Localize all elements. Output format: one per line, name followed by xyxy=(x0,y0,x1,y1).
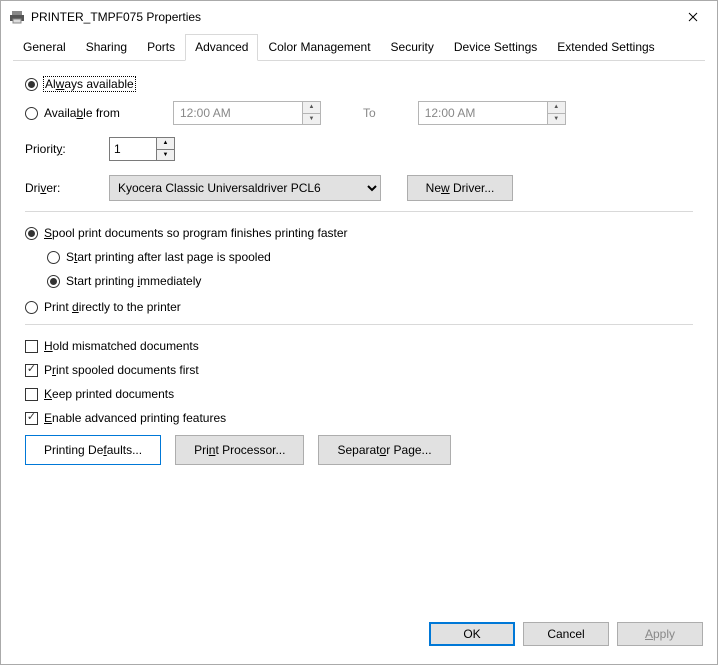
time-from-input[interactable]: ▲▼ xyxy=(173,101,321,125)
tab-general[interactable]: General xyxy=(13,34,76,61)
radio-print-directly[interactable]: Print directly to the printer xyxy=(25,300,181,314)
checkbox-keep-printed[interactable]: Keep printed documents xyxy=(25,387,174,401)
radio-always-available[interactable]: Always available xyxy=(25,77,135,91)
apply-button[interactable]: Apply xyxy=(617,622,703,646)
new-driver-button[interactable]: New Driver... xyxy=(407,175,513,201)
window-title: PRINTER_TMPF075 Properties xyxy=(31,10,201,24)
driver-label: Driver: xyxy=(25,181,83,195)
tab-sharing[interactable]: Sharing xyxy=(76,34,137,61)
print-processor-button[interactable]: Print Processor... xyxy=(175,435,304,465)
dialog-footer: OK Cancel Apply xyxy=(1,614,717,664)
tab-device-settings[interactable]: Device Settings xyxy=(444,34,547,61)
spinner-icon[interactable]: ▲▼ xyxy=(548,101,566,125)
printing-defaults-button[interactable]: Printing Defaults... xyxy=(25,435,161,465)
priority-label: Priority: xyxy=(25,142,83,156)
radio-available-from[interactable]: Available from xyxy=(25,106,155,120)
checkbox-print-spooled-first[interactable]: Print spooled documents first xyxy=(25,363,199,377)
time-to-input[interactable]: ▲▼ xyxy=(418,101,566,125)
radio-start-immediately[interactable]: Start printing immediately xyxy=(47,274,201,288)
checkbox-enable-advanced[interactable]: Enable advanced printing features xyxy=(25,411,226,425)
checkbox-hold-mismatched[interactable]: Hold mismatched documents xyxy=(25,339,199,353)
cancel-button[interactable]: Cancel xyxy=(523,622,609,646)
tab-strip: General Sharing Ports Advanced Color Man… xyxy=(13,33,705,61)
titlebar: PRINTER_TMPF075 Properties xyxy=(1,1,717,33)
radio-spool[interactable]: Spool print documents so program finishe… xyxy=(25,226,348,240)
spinner-icon[interactable]: ▲▼ xyxy=(157,137,175,161)
tab-color-management[interactable]: Color Management xyxy=(258,34,380,61)
tab-security[interactable]: Security xyxy=(381,34,444,61)
ok-button[interactable]: OK xyxy=(429,622,515,646)
separator-page-button[interactable]: Separator Page... xyxy=(318,435,450,465)
tab-advanced[interactable]: Advanced xyxy=(185,34,258,61)
tab-extended-settings[interactable]: Extended Settings xyxy=(547,34,664,61)
radio-start-after-spooled[interactable]: Start printing after last page is spoole… xyxy=(47,250,271,264)
close-button[interactable] xyxy=(671,2,715,32)
priority-input[interactable]: ▲▼ xyxy=(109,137,175,161)
spinner-icon[interactable]: ▲▼ xyxy=(303,101,321,125)
tab-ports[interactable]: Ports xyxy=(137,34,185,61)
tab-content: Always available Available from ▲▼ To ▲▼… xyxy=(1,61,717,614)
driver-select[interactable]: Kyocera Classic Universaldriver PCL6 xyxy=(109,175,381,201)
properties-dialog: PRINTER_TMPF075 Properties General Shari… xyxy=(0,0,718,665)
to-label: To xyxy=(363,106,376,120)
printer-icon xyxy=(9,9,25,25)
